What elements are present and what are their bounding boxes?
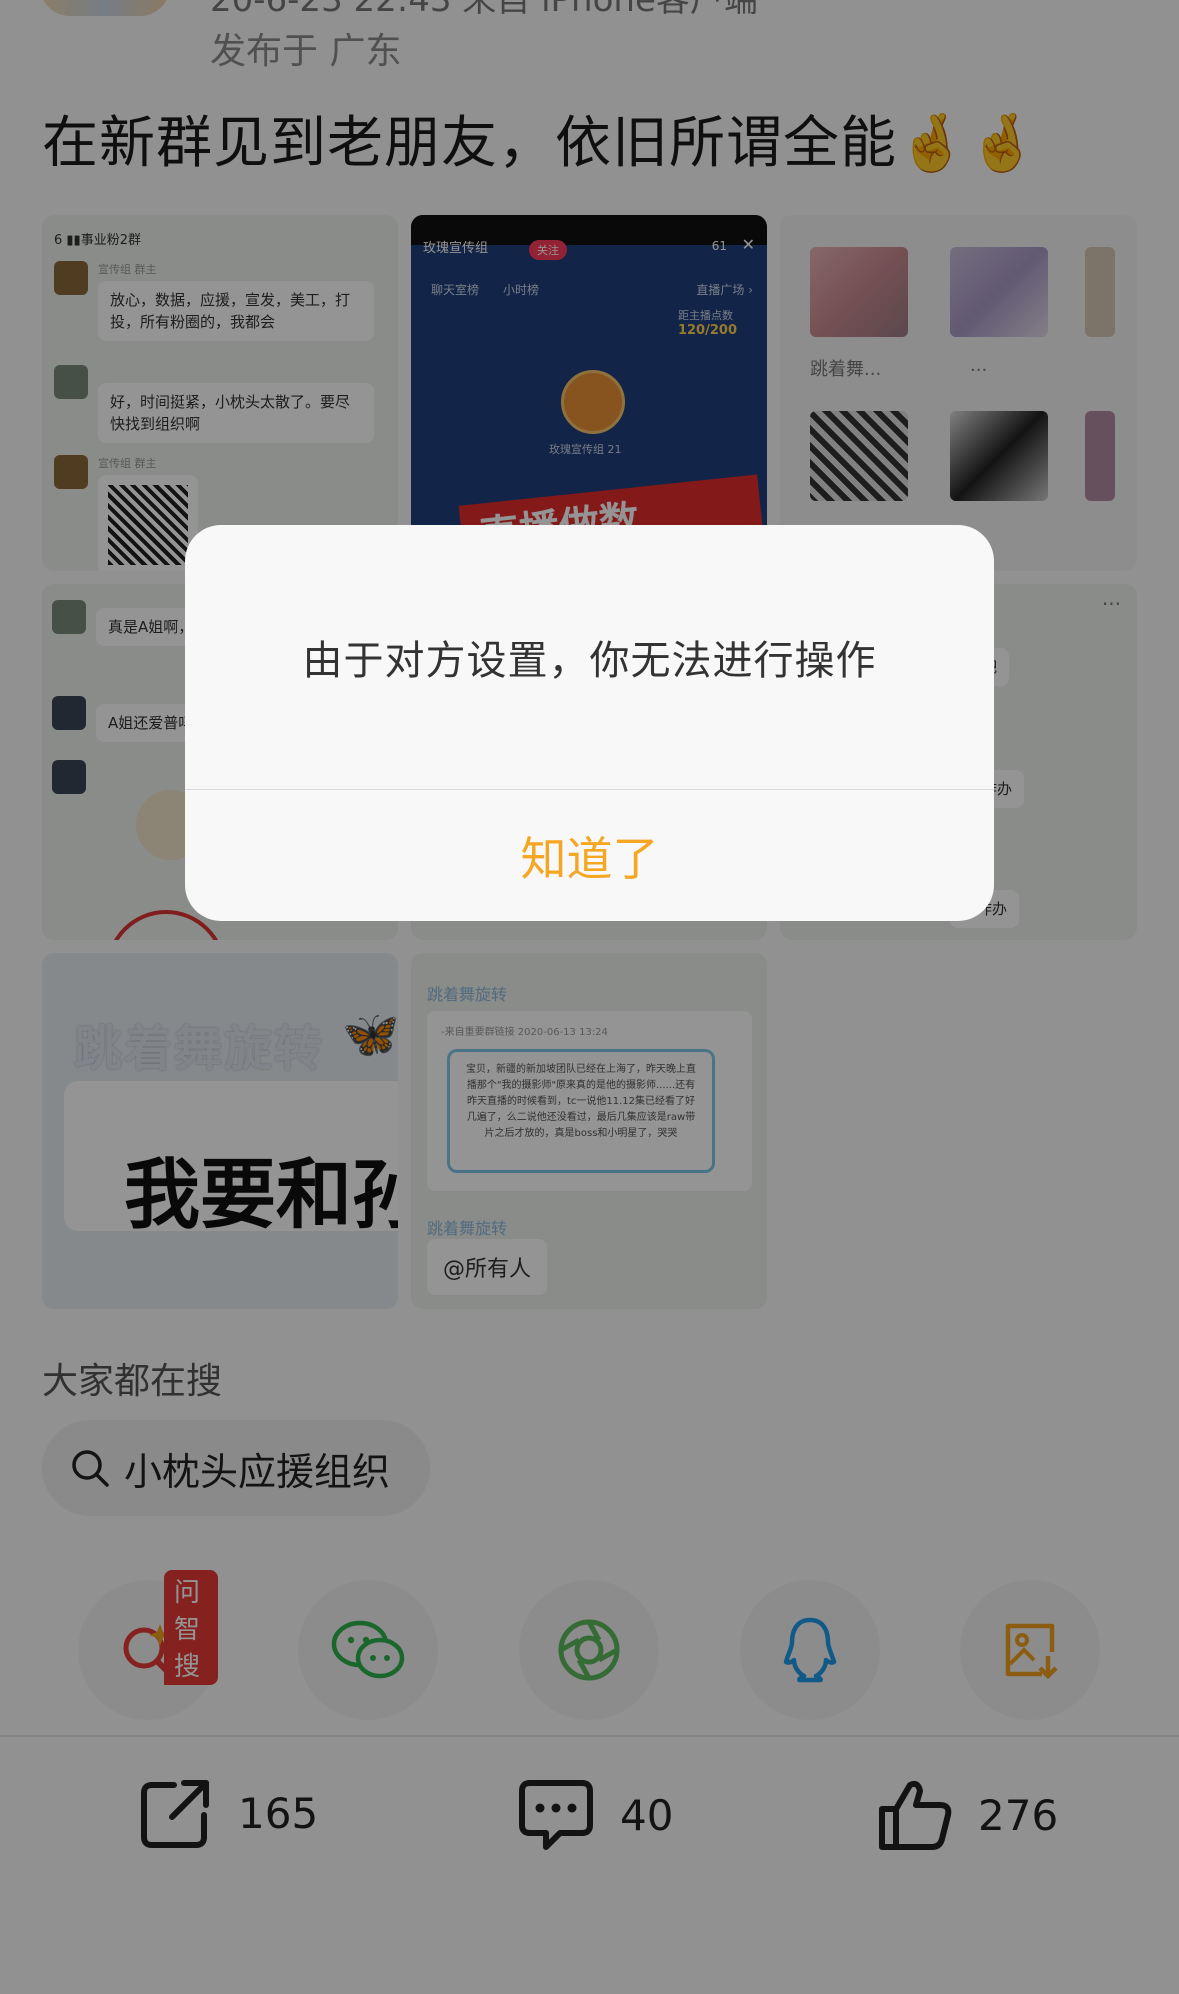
dialog-message: 由于对方设置，你无法进行操作	[302, 638, 877, 684]
modal-backdrop[interactable]	[0, 0, 1179, 1994]
confirm-button[interactable]: 知道了	[185, 790, 994, 921]
alert-dialog: 由于对方设置，你无法进行操作 知道了	[185, 525, 994, 921]
